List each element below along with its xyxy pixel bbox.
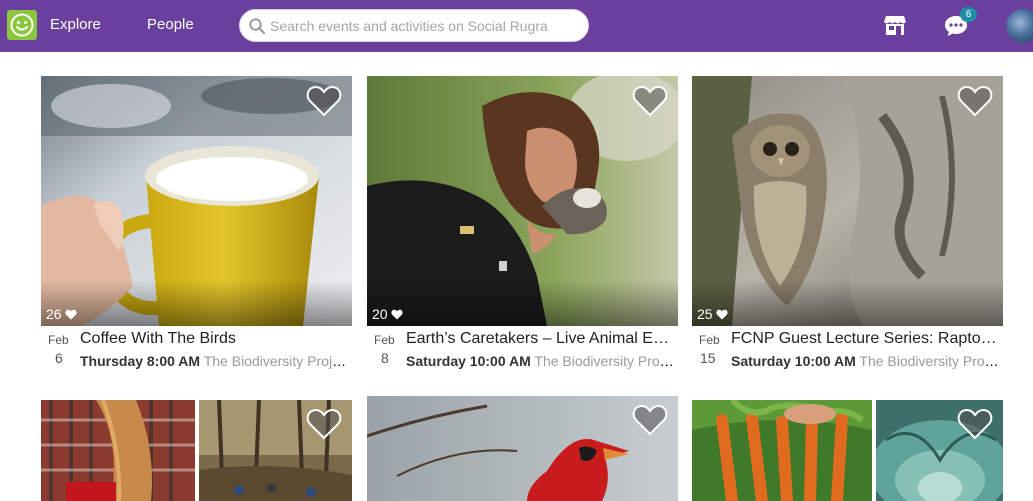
event-meta: Saturday 10:00 AM The Biodiversity Proje… <box>731 353 1001 369</box>
image-shade <box>692 280 1003 326</box>
event-month: Feb <box>699 333 720 347</box>
nav-people-link[interactable]: People <box>147 16 194 33</box>
event-time: Thursday 8:00 AM <box>80 353 201 369</box>
favorite-heart-icon[interactable] <box>632 404 668 436</box>
nav-explore-link[interactable]: Explore <box>50 16 101 33</box>
favorite-heart-icon[interactable] <box>632 85 668 117</box>
event-meta: Saturday 10:00 AM The Biodiversity Proje… <box>406 353 676 369</box>
event-image[interactable]: 25 <box>692 76 1003 326</box>
event-month: Feb <box>48 333 69 347</box>
small-heart-icon <box>716 309 728 319</box>
search-input[interactable] <box>270 16 582 36</box>
small-heart-icon <box>65 309 77 319</box>
like-count: 20 <box>372 306 403 322</box>
event-image[interactable] <box>692 400 872 501</box>
favorite-heart-icon[interactable] <box>306 408 342 440</box>
store-icon[interactable] <box>883 14 907 36</box>
like-count-value: 26 <box>46 306 62 322</box>
smiley-logo-icon[interactable] <box>7 10 37 40</box>
favorite-heart-icon[interactable] <box>957 408 993 440</box>
event-image[interactable] <box>41 400 195 501</box>
top-navigation-bar: Explore People 6 <box>0 0 1033 52</box>
image-shade <box>367 280 678 326</box>
event-title[interactable]: Coffee With The Birds <box>80 330 348 348</box>
event-location: The Biodiversity Project Center <box>534 353 676 369</box>
event-card[interactable]: 20 Feb 8 Earth’s Caretakers – Live Anima… <box>367 76 678 376</box>
like-count: 25 <box>697 306 728 322</box>
event-image[interactable] <box>876 400 1003 501</box>
event-location: The Biodiversity Project Center <box>203 353 350 369</box>
event-day: 6 <box>55 350 63 366</box>
like-count: 26 <box>46 306 77 322</box>
event-meta: Thursday 8:00 AM The Biodiversity Projec… <box>80 353 350 369</box>
event-day: 8 <box>381 350 389 366</box>
event-month: Feb <box>374 333 395 347</box>
event-card[interactable]: 25 Feb 15 FCNP Guest Lecture Series: Rap… <box>692 76 1003 376</box>
like-count-value: 25 <box>697 306 713 322</box>
event-time: Saturday 10:00 AM <box>406 353 531 369</box>
event-image[interactable]: 20 <box>367 76 678 326</box>
search-icon <box>249 18 266 35</box>
user-avatar[interactable] <box>1006 9 1033 43</box>
favorite-heart-icon[interactable] <box>306 85 342 117</box>
event-card[interactable]: 26 Feb 6 Coffee With The Birds Thursday … <box>41 76 352 376</box>
event-title[interactable]: FCNP Guest Lecture Series: Raptors of th… <box>731 330 999 348</box>
small-heart-icon <box>391 309 403 319</box>
event-title[interactable]: Earth’s Caretakers – Live Animal Encount… <box>406 330 674 348</box>
event-day: 15 <box>700 350 716 366</box>
event-image[interactable] <box>199 400 352 501</box>
event-image[interactable]: 26 <box>41 76 352 326</box>
event-image[interactable] <box>367 396 678 501</box>
like-count-value: 20 <box>372 306 388 322</box>
chat-notification-badge: 6 <box>960 7 977 22</box>
image-shade <box>41 280 352 326</box>
event-time: Saturday 10:00 AM <box>731 353 856 369</box>
favorite-heart-icon[interactable] <box>957 85 993 117</box>
search-bar[interactable] <box>239 9 589 42</box>
event-location: The Biodiversity Project Center <box>859 353 1001 369</box>
